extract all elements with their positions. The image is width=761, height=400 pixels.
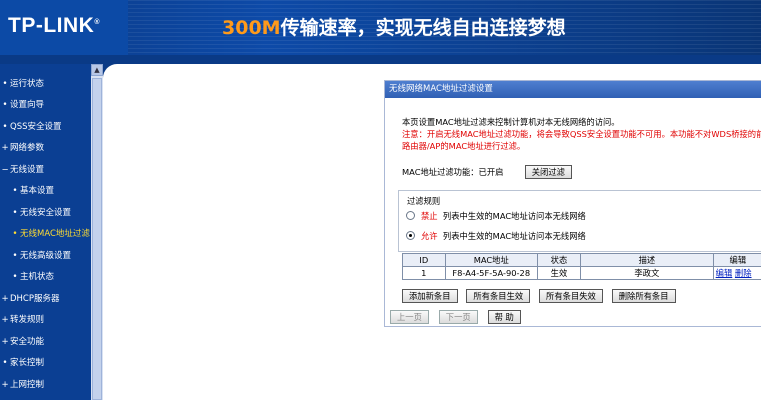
desc-warning-1: 注意：开启无线MAC地址过滤功能，将会导致QSS安全设置功能不可用。本功能不对W… (402, 129, 761, 139)
scroll-up-icon[interactable]: ▲ (91, 64, 103, 76)
mac-filter-panel: 无线网络MAC地址过滤设置 本页设置MAC地址过滤来控制计算机对本无线网络的访问… (384, 80, 761, 327)
banner-slogan: 300M传输速率，实现无线自由连接梦想 (222, 17, 566, 39)
disable-filter-button[interactable]: 关闭过滤 (524, 165, 572, 179)
rule-allow-label: 允许 列表中生效的MAC地址访问本无线网络 (421, 231, 586, 241)
rule-allow-radio[interactable] (406, 231, 415, 240)
sidebar-item-setup-wizard[interactable]: • 设置向导 (0, 96, 91, 114)
rule-deny-radio[interactable] (406, 211, 415, 220)
sidebar-item-forwarding[interactable]: +转发规则 (0, 311, 91, 329)
sidebar-item-wireless-advanced[interactable]: • 无线高级设置 (0, 247, 91, 265)
rules-title: 过滤规则 (407, 196, 441, 206)
cell-actions: 编辑 删除 (712, 266, 761, 280)
sidebar-item-security[interactable]: +安全功能 (0, 333, 91, 351)
col-mac: MAC地址 (444, 253, 538, 267)
col-status: 状态 (536, 253, 582, 267)
brand-logo: TP-LINK® (8, 14, 100, 37)
sidebar-item-access-control[interactable]: +上网控制 (0, 376, 91, 394)
mac-table: ID MAC地址 状态 描述 编辑 1 F8-A4-5F-5A-90-28 生效… (402, 253, 761, 280)
sidebar-item-basic[interactable]: • 基本设置 (0, 182, 91, 200)
sidebar-item-wireless[interactable]: −无线设置 (0, 161, 91, 179)
filter-status-label: MAC地址过滤功能：已开启 (402, 167, 504, 177)
disable-all-button[interactable]: 所有条目失效 (539, 289, 603, 303)
panel-description: 本页设置MAC地址过滤来控制计算机对本无线网络的访问。 注意：开启无线MAC地址… (402, 116, 761, 152)
col-edit: 编辑 (712, 253, 761, 267)
col-id: ID (402, 253, 446, 267)
help-button[interactable]: 帮 助 (487, 310, 521, 324)
banner-bottom-bar (0, 55, 761, 64)
col-desc: 描述 (580, 253, 714, 267)
cell-mac: F8-A4-5F-5A-90-28 (444, 266, 538, 280)
panel-title: 无线网络MAC地址过滤设置 (385, 81, 761, 98)
logo-box: TP-LINK® (0, 0, 128, 55)
sidebar-menu: • 运行状态 • 设置向导 • QSS安全设置 +网络参数 −无线设置 • 基本设置 •… (0, 64, 91, 400)
cell-status: 生效 (536, 266, 582, 280)
table-header-row: ID MAC地址 状态 描述 编辑 (402, 253, 761, 267)
desc-line-1: 本页设置MAC地址过滤来控制计算机对本无线网络的访问。 (402, 117, 620, 127)
enable-all-button[interactable]: 所有条目生效 (466, 289, 531, 303)
sidebar-item-dhcp[interactable]: +DHCP服务器 (0, 290, 91, 308)
top-banner: TP-LINK® 300M传输速率，实现无线自由连接梦想 (0, 0, 761, 55)
pager: 上一页 下一页 帮 助 (390, 310, 528, 324)
cell-desc: 李政文 (580, 266, 714, 280)
edit-link[interactable]: 编辑 (716, 268, 733, 278)
sidebar-item-run-status[interactable]: • 运行状态 (0, 75, 91, 93)
filter-status-row: MAC地址过滤功能：已开启 关闭过滤 (402, 165, 572, 179)
table-actions: 添加新条目 所有条目生效 所有条目失效 删除所有条目 (402, 289, 682, 303)
delete-all-button[interactable]: 删除所有条目 (611, 289, 676, 303)
filter-rules-box: 过滤规则 禁止 列表中生效的MAC地址访问本无线网络 允许 列表中生效的MAC地… (398, 190, 761, 252)
sidebar-item-wireless-security[interactable]: • 无线安全设置 (0, 204, 91, 222)
sidebar-item-mac-filter[interactable]: • 无线MAC地址过滤 (0, 225, 91, 243)
delete-link[interactable]: 删除 (735, 268, 752, 278)
sidebar-scrollbar[interactable]: ▲ (91, 64, 103, 400)
sidebar-item-parental[interactable]: • 家长控制 (0, 354, 91, 372)
sidebar-item-network[interactable]: +网络参数 (0, 139, 91, 157)
prev-page-button[interactable]: 上一页 (390, 310, 429, 324)
sidebar-item-qss[interactable]: • QSS安全设置 (0, 118, 91, 136)
scroll-thumb[interactable] (92, 78, 102, 400)
table-row: 1 F8-A4-5F-5A-90-28 生效 李政文 编辑 删除 (402, 266, 761, 280)
rule-deny-label: 禁止 列表中生效的MAC地址访问本无线网络 (421, 211, 586, 221)
sidebar-item-host-status[interactable]: • 主机状态 (0, 268, 91, 286)
next-page-button[interactable]: 下一页 (438, 310, 478, 324)
desc-warning-2: 路由器/AP的MAC地址进行过滤。 (402, 141, 526, 151)
cell-id: 1 (402, 266, 446, 280)
add-entry-button[interactable]: 添加新条目 (402, 289, 458, 303)
